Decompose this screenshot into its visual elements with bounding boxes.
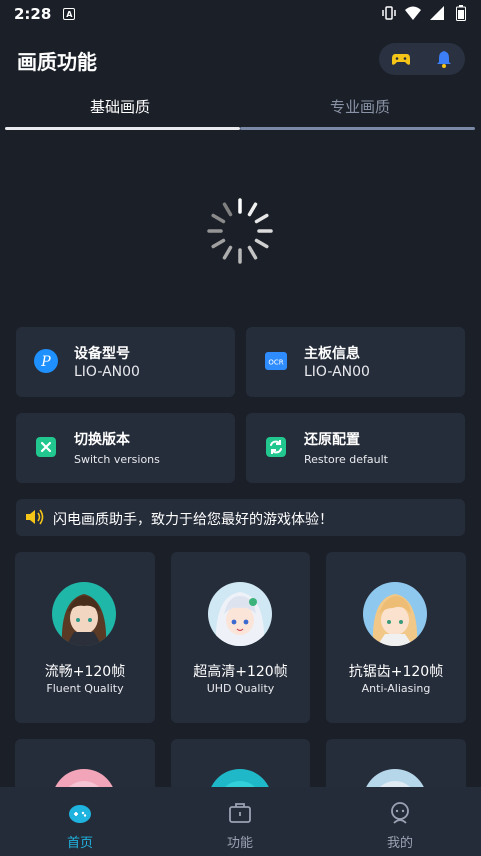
- mode-uhd-subtitle: UHD Quality: [206, 682, 275, 695]
- nav-profile-label: 我的: [386, 836, 413, 851]
- restore-default-button[interactable]: 还原配置 Restore default: [246, 413, 465, 483]
- fluent-avatar: [52, 582, 116, 646]
- device-model-card: P 设备型号 LIO-AN00: [16, 327, 235, 397]
- mainboard-info-title: 主板信息: [304, 346, 360, 362]
- toolbox-icon: [229, 803, 251, 823]
- svg-text:OCR: OCR: [268, 359, 283, 367]
- mainboard-info-value: LIO-AN00: [304, 364, 370, 380]
- mode-fluent-subtitle: Fluent Quality: [46, 682, 124, 695]
- switch-version-subtitle: Switch versions: [74, 453, 160, 466]
- status-icons: [381, 5, 469, 21]
- bell-icon: [436, 51, 451, 68]
- page-title: 画质功能: [17, 50, 97, 74]
- switch-version-button[interactable]: 切换版本 Switch versions: [16, 413, 235, 483]
- mode-fluent-title: 流畅+120帧: [44, 664, 126, 680]
- gamepad-icon: [391, 54, 410, 65]
- switch-icon: [36, 437, 56, 457]
- svg-text:P: P: [40, 354, 51, 370]
- device-model-title: 设备型号: [74, 346, 130, 362]
- profile-icon: [391, 802, 409, 824]
- mode-anti-aliasing-subtitle: Anti-Aliasing: [361, 682, 431, 695]
- mode-uhd-card[interactable]: 超高清+120帧 UHD Quality: [171, 552, 310, 723]
- vibrate-icon: [381, 5, 397, 21]
- nav-functions[interactable]: 功能: [160, 801, 320, 851]
- signal-icon: [429, 5, 445, 21]
- ocr-chip-icon: OCR: [265, 352, 287, 370]
- tab-indicator-active: [5, 127, 240, 130]
- anti-aliasing-avatar: [363, 582, 427, 646]
- notice-banner: 闪电画质助手，致力于给您最好的游戏体验！: [16, 499, 465, 536]
- loading-spinner-icon: [207, 198, 273, 264]
- quality-tabs: 基础画质 专业画质: [0, 88, 481, 132]
- mainboard-info-card: OCR 主板信息 LIO-AN00: [246, 327, 465, 397]
- tab-basic-quality[interactable]: 基础画质: [0, 96, 240, 117]
- speaker-icon: [26, 509, 44, 525]
- mode-anti-aliasing-card[interactable]: 抗锯齿+120帧 Anti-Aliasing: [326, 552, 466, 723]
- restore-icon: [266, 437, 286, 457]
- tab-pro-quality[interactable]: 专业画质: [240, 96, 480, 117]
- wifi-icon: [405, 5, 421, 21]
- app-header: 画质功能: [0, 43, 481, 77]
- notification-a-icon: A: [63, 8, 76, 20]
- notice-text: 闪电画质助手，致力于给您最好的游戏体验！: [53, 512, 333, 528]
- gamepad-button[interactable]: [379, 43, 422, 75]
- restore-default-subtitle: Restore default: [304, 453, 388, 466]
- status-time: 2:28: [14, 5, 52, 23]
- restore-default-title: 还原配置: [304, 432, 360, 448]
- bottom-navigation: 首页 功能 我的: [0, 787, 481, 856]
- p-logo-icon: P: [34, 349, 58, 373]
- header-actions: [379, 43, 465, 75]
- nav-profile[interactable]: 我的: [320, 801, 480, 851]
- switch-version-title: 切换版本: [74, 432, 130, 448]
- battery-icon: [453, 5, 469, 21]
- uhd-avatar: [208, 582, 272, 646]
- bell-button[interactable]: [422, 43, 465, 75]
- nav-home-label: 首页: [66, 836, 93, 851]
- mode-anti-aliasing-title: 抗锯齿+120帧: [348, 664, 444, 680]
- status-bar: 2:28 A: [0, 0, 481, 28]
- device-model-value: LIO-AN00: [74, 364, 140, 380]
- nav-functions-label: 功能: [226, 836, 253, 851]
- mode-fluent-card[interactable]: 流畅+120帧 Fluent Quality: [15, 552, 155, 723]
- home-gamepad-icon: [69, 805, 91, 823]
- mode-uhd-title: 超高清+120帧: [193, 664, 288, 680]
- nav-home[interactable]: 首页: [0, 801, 160, 851]
- tab-indicator-inactive: [240, 127, 475, 130]
